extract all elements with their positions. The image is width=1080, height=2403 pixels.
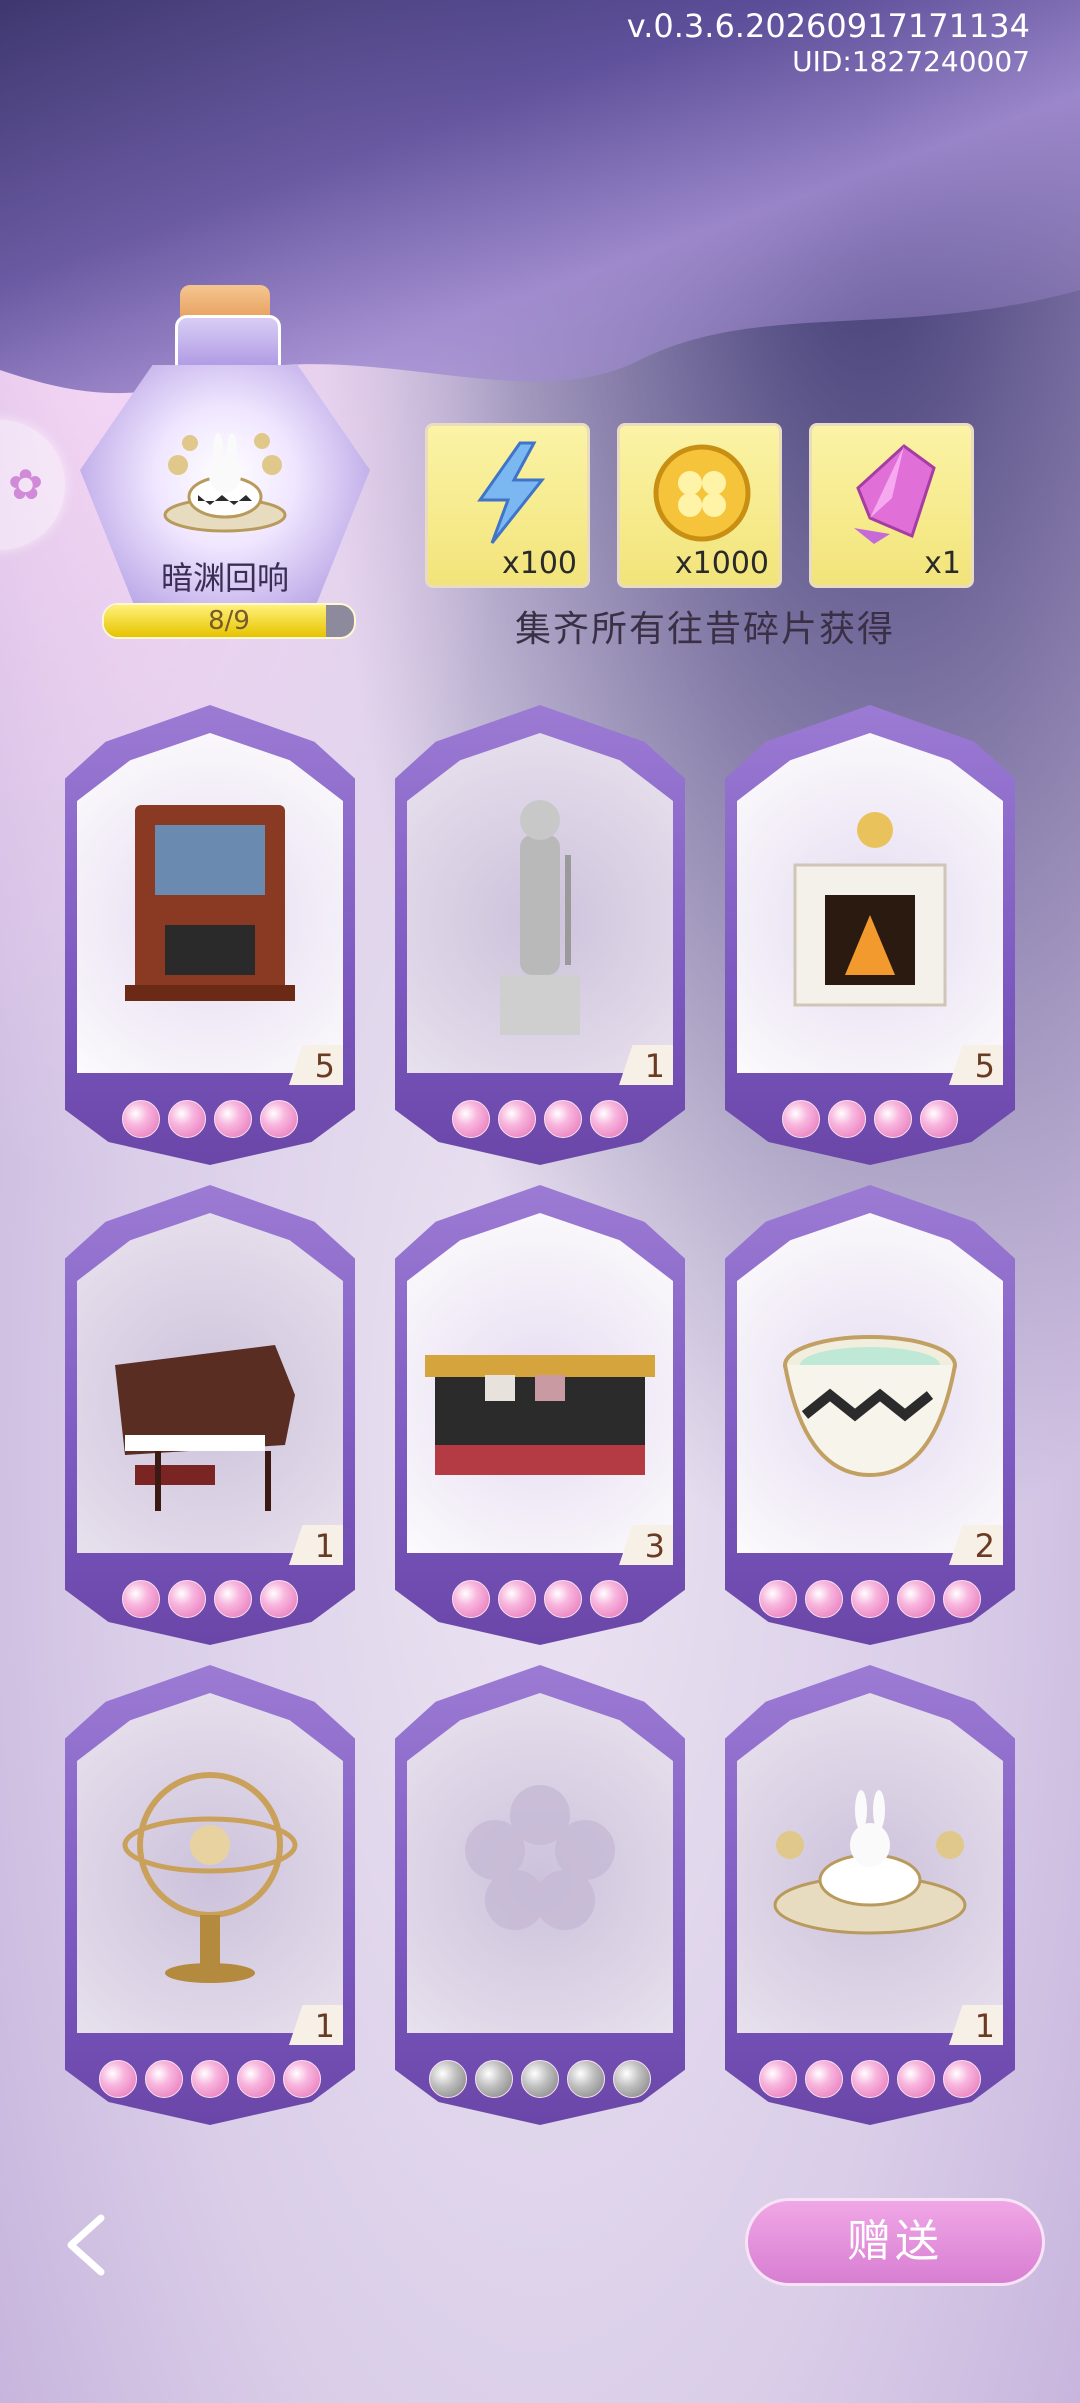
reward-qty: x1 [924,546,961,581]
armillary-sphere-icon [122,1772,298,1983]
fragment-card-empty-slot[interactable] [395,1665,685,2125]
pearl-icon [897,1580,935,1618]
pink-crystal-icon [854,444,936,544]
pearl-row [65,2060,355,2098]
pearl-icon [122,1100,160,1138]
pearl-row [725,2060,1015,2098]
pearl-row [65,1580,355,1618]
pearl-row [65,1100,355,1138]
pearl-icon [943,2060,981,2098]
pearl-icon [260,1580,298,1618]
count-text: 1 [974,2007,995,2045]
reward-qty: x1000 [674,546,769,581]
pearl-icon [429,2060,467,2098]
gift-button[interactable]: 赠送 [745,2198,1045,2286]
rabbit-teacup-carousel-icon [773,1790,967,1935]
version-info: v.0.3.6.20260917171134 UID:1827240007 [627,8,1030,80]
pearl-icon [544,1580,582,1618]
pearl-icon [759,2060,797,2098]
fragment-card-knight-statue[interactable]: 1 [395,705,685,1165]
grand-piano-icon [115,1345,295,1511]
pearl-row [725,1100,1015,1138]
pearl-icon [828,1100,866,1138]
fragment-card-armillary-sphere[interactable]: 1 [65,1665,355,2125]
reward-caption: 集齐所有往昔碎片获得 [514,609,895,650]
pearl-icon [851,2060,889,2098]
white-fireplace-icon [793,812,947,1007]
fragment-card-grand-piano[interactable]: 1 [65,1185,355,1645]
progress-text: 8/9 [208,606,250,636]
pearl-icon [590,1100,628,1138]
pearl-row [725,1580,1015,1618]
pearl-icon [191,2060,229,2098]
pearl-icon [874,1100,912,1138]
rabbit-teacup-icon [163,433,287,533]
reward-energy[interactable]: x100 [425,423,590,588]
collection-progress-bar: 8/9 [102,603,356,639]
pearl-row [395,1100,685,1138]
teacup-icon [783,1335,957,1478]
version-text: v.0.3.6.20260917171134 [626,7,1030,45]
pearl-icon [544,1100,582,1138]
fragment-card-white-fireplace[interactable]: 5 [725,705,1015,1165]
collection-name: 暗渊回响 [160,559,289,597]
pearl-icon [214,1100,252,1138]
pearl-icon [237,2060,275,2098]
count-text: 1 [314,1527,335,1565]
pearl-icon [452,1580,490,1618]
pearl-row [395,1580,685,1618]
back-arrow-icon[interactable] [55,2210,125,2280]
pearl-icon [260,1100,298,1138]
pearl-icon [521,2060,559,2098]
reward-coin[interactable]: x1000 [617,423,782,588]
flower-icon: ✿ [8,460,44,509]
pearl-icon [452,1100,490,1138]
pearl-icon [920,1100,958,1138]
pearl-icon [590,1580,628,1618]
pearl-icon [168,1100,206,1138]
pearl-icon [498,1100,536,1138]
pearl-icon [943,1580,981,1618]
knight-statue-icon [500,800,580,1035]
count-text: 1 [314,2007,335,2045]
pearl-icon [122,1580,160,1618]
reward-list: x100 x1000 x1 [425,423,985,588]
black-sofa-icon [425,1355,655,1475]
fragment-card-black-sofa[interactable]: 3 [395,1185,685,1645]
fragment-card-teacup[interactable]: 2 [725,1185,1015,1645]
fragment-card-wooden-fireplace[interactable]: 5 [65,705,355,1165]
count-text: 3 [644,1527,665,1565]
pearl-icon [567,2060,605,2098]
pearl-icon [613,2060,651,2098]
fragment-card-rabbit-teacup-carousel[interactable]: 1 [725,1665,1015,2125]
empty-slot-icon [465,1785,615,1930]
collection-bottle: 暗渊回响 8/9 [70,285,380,640]
pearl-icon [897,2060,935,2098]
pearl-icon [759,1580,797,1618]
reward-qty: x100 [501,546,577,581]
clover-coin-icon [653,444,751,542]
lightning-icon [477,441,546,544]
pearl-icon [214,1580,252,1618]
pearl-icon [498,1580,536,1618]
uid-text: UID:1827240007 [792,45,1030,78]
reward-crystal[interactable]: x1 [809,423,974,588]
count-text: 2 [974,1527,995,1565]
count-text: 5 [974,1047,995,1085]
wooden-fireplace-icon [125,805,295,1001]
pearl-icon [805,2060,843,2098]
pearl-icon [475,2060,513,2098]
side-flower-tab[interactable]: ✿ [0,420,65,550]
count-text: 1 [644,1047,665,1085]
pearl-row [395,2060,685,2098]
pearl-icon [782,1100,820,1138]
pearl-icon [283,2060,321,2098]
count-text: 5 [314,1047,335,1085]
pearl-icon [805,1580,843,1618]
pearl-icon [168,1580,206,1618]
pearl-icon [99,2060,137,2098]
pearl-icon [145,2060,183,2098]
pearl-icon [851,1580,889,1618]
